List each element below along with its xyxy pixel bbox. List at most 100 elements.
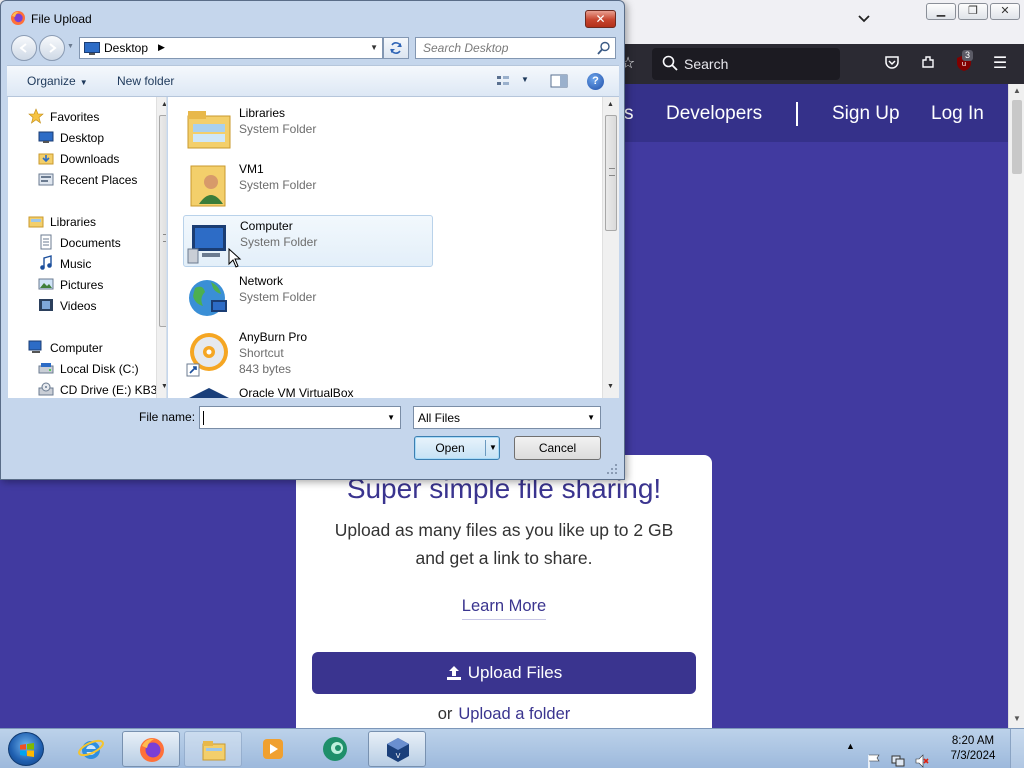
list-item[interactable]: Network System Folder bbox=[183, 271, 433, 323]
volume-muted-icon[interactable] bbox=[914, 741, 930, 768]
nav-downloads[interactable]: Downloads bbox=[60, 152, 119, 166]
navigation-pane-scroll-thumb[interactable] bbox=[159, 115, 166, 327]
list-item[interactable]: Oracle VM VirtualBox bbox=[183, 383, 433, 398]
taskbar: V ▲ 8:20 AM 7/3/2024 bbox=[0, 728, 1024, 768]
file-name: Computer bbox=[240, 219, 293, 233]
help-button[interactable]: ? bbox=[587, 73, 604, 90]
view-options-caret-icon[interactable]: ▼ bbox=[521, 75, 529, 84]
taskbar-explorer[interactable] bbox=[184, 731, 242, 767]
file-name-input[interactable]: ▼ bbox=[199, 406, 401, 429]
learn-more-link[interactable]: Learn More bbox=[461, 597, 547, 620]
page-scrollbar[interactable]: ▲ ▼ bbox=[1008, 84, 1024, 728]
desktop-icon bbox=[84, 42, 100, 55]
tray-expand-arrow-icon[interactable]: ▲ bbox=[846, 741, 855, 768]
refresh-button[interactable] bbox=[383, 37, 409, 59]
file-type-dropdown-icon[interactable]: ▼ bbox=[587, 413, 595, 422]
recent-locations-dropdown-icon[interactable]: ▼ bbox=[67, 43, 74, 50]
list-all-tabs-chevron-icon[interactable] bbox=[852, 10, 876, 34]
list-item[interactable]: Libraries System Folder bbox=[183, 103, 433, 155]
list-item[interactable]: AnyBurn Pro Shortcut 843 bytes bbox=[183, 327, 433, 379]
nav-libraries[interactable]: Libraries bbox=[50, 215, 96, 229]
nav-music[interactable]: Music bbox=[60, 257, 91, 271]
address-bar[interactable]: Desktop ▶ ▼ bbox=[79, 37, 383, 59]
file-type-select[interactable]: All Files ▼ bbox=[413, 406, 601, 429]
music-icon bbox=[40, 255, 52, 270]
taskbar-media-player[interactable] bbox=[244, 731, 302, 767]
nav-favorites[interactable]: Favorites bbox=[50, 110, 99, 124]
list-item-selected[interactable]: Computer System Folder bbox=[183, 215, 433, 267]
scroll-up-arrow-icon[interactable]: ▲ bbox=[161, 101, 166, 108]
file-upload-dialog: File Upload ✕ ▼ Desktop ▶ ▼ Search Deskt… bbox=[0, 0, 625, 480]
computer-icon bbox=[28, 340, 42, 353]
back-button[interactable] bbox=[11, 35, 37, 61]
start-button[interactable] bbox=[8, 732, 44, 766]
scroll-up-arrow-icon[interactable]: ▲ bbox=[607, 101, 614, 108]
scroll-down-arrow-icon[interactable]: ▼ bbox=[607, 383, 614, 390]
file-type: System Folder bbox=[239, 290, 317, 304]
card-subtitle: Upload as many files as you like up to 2… bbox=[316, 516, 692, 572]
close-window-button[interactable]: ✕ bbox=[990, 3, 1020, 20]
show-desktop-button[interactable] bbox=[1010, 729, 1024, 768]
restore-window-button[interactable]: ❐ bbox=[958, 3, 988, 20]
nav-cd-drive[interactable]: CD Drive (E:) KB3 bbox=[60, 383, 157, 397]
scroll-up-arrow-icon[interactable]: ▲ bbox=[1013, 86, 1021, 95]
cancel-button[interactable]: Cancel bbox=[514, 436, 601, 460]
navigation-pane-scrollbar[interactable]: ▲ ▼ bbox=[156, 97, 166, 398]
svg-text:u: u bbox=[962, 60, 966, 68]
app-menu-icon[interactable]: ☰ bbox=[990, 54, 1010, 74]
nav-link-login[interactable]: Log In bbox=[931, 103, 984, 125]
card-subtitle-line1: Upload as many files as you like up to 2… bbox=[334, 520, 674, 540]
taskbar-app-green[interactable] bbox=[306, 731, 364, 767]
extensions-icon[interactable] bbox=[918, 54, 938, 74]
nav-link-developers[interactable]: Developers bbox=[666, 103, 762, 125]
ublock-count-badge: 3 bbox=[962, 50, 974, 61]
windows-logo-icon bbox=[20, 743, 34, 757]
nav-recent-places[interactable]: Recent Places bbox=[60, 173, 137, 187]
forward-button[interactable] bbox=[39, 35, 65, 61]
learn-more-link-wrap: Learn More bbox=[296, 597, 712, 620]
upload-folder-link[interactable]: Upload a folder bbox=[458, 705, 570, 723]
nav-link-partial[interactable]: s bbox=[624, 103, 634, 125]
toolbar-search-input[interactable]: Search bbox=[652, 48, 840, 80]
virtualbox-icon: V bbox=[387, 738, 409, 762]
nav-link-signup[interactable]: Sign Up bbox=[832, 103, 900, 125]
open-options-dropdown-icon[interactable]: ▼ bbox=[489, 443, 497, 452]
preview-pane-icon[interactable] bbox=[549, 72, 569, 90]
nav-computer[interactable]: Computer bbox=[50, 341, 103, 355]
breadcrumb-arrow-icon[interactable]: ▶ bbox=[158, 42, 165, 53]
change-view-icon[interactable] bbox=[495, 72, 515, 90]
upload-files-button[interactable]: Upload Files bbox=[312, 652, 696, 694]
resize-grip-icon[interactable] bbox=[606, 463, 618, 475]
taskbar-internet-explorer[interactable] bbox=[62, 731, 120, 767]
nav-videos[interactable]: Videos bbox=[60, 299, 96, 313]
firefox-icon bbox=[11, 11, 25, 25]
taskbar-virtualbox[interactable]: V bbox=[368, 731, 426, 767]
favorites-star-icon bbox=[28, 108, 44, 124]
new-folder-button[interactable]: New folder bbox=[117, 74, 174, 88]
nav-pictures[interactable]: Pictures bbox=[60, 278, 103, 292]
taskbar-firefox[interactable] bbox=[122, 731, 180, 767]
action-center-flag-icon[interactable] bbox=[866, 741, 882, 768]
pocket-icon[interactable] bbox=[882, 54, 902, 74]
taskbar-clock[interactable]: 8:20 AM 7/3/2024 bbox=[946, 734, 1000, 764]
nav-desktop[interactable]: Desktop bbox=[60, 131, 104, 145]
file-name-dropdown-icon[interactable]: ▼ bbox=[387, 413, 395, 422]
dialog-search-input[interactable]: Search Desktop bbox=[415, 37, 616, 59]
scroll-down-arrow-icon[interactable]: ▼ bbox=[1013, 714, 1021, 723]
videos-icon bbox=[39, 299, 53, 311]
file-list-scrollbar[interactable]: ▲ ▼ bbox=[602, 97, 619, 398]
open-button[interactable]: Open ▼ bbox=[414, 436, 500, 460]
organize-button[interactable]: Organize ▼ bbox=[27, 74, 88, 88]
media-player-icon bbox=[263, 739, 283, 759]
network-tray-icon[interactable] bbox=[890, 741, 906, 768]
file-list-scroll-thumb[interactable] bbox=[605, 115, 617, 231]
address-dropdown-icon[interactable]: ▼ bbox=[370, 43, 378, 52]
nav-local-disk[interactable]: Local Disk (C:) bbox=[60, 362, 139, 376]
list-item[interactable]: VM1 System Folder bbox=[183, 159, 433, 211]
dialog-close-button[interactable]: ✕ bbox=[585, 10, 616, 28]
file-type: System Folder bbox=[240, 235, 318, 249]
page-scrollbar-thumb[interactable] bbox=[1012, 100, 1022, 174]
minimize-window-button[interactable]: ▁ bbox=[926, 3, 956, 20]
scroll-down-arrow-icon[interactable]: ▼ bbox=[161, 383, 166, 390]
nav-documents[interactable]: Documents bbox=[60, 236, 121, 250]
